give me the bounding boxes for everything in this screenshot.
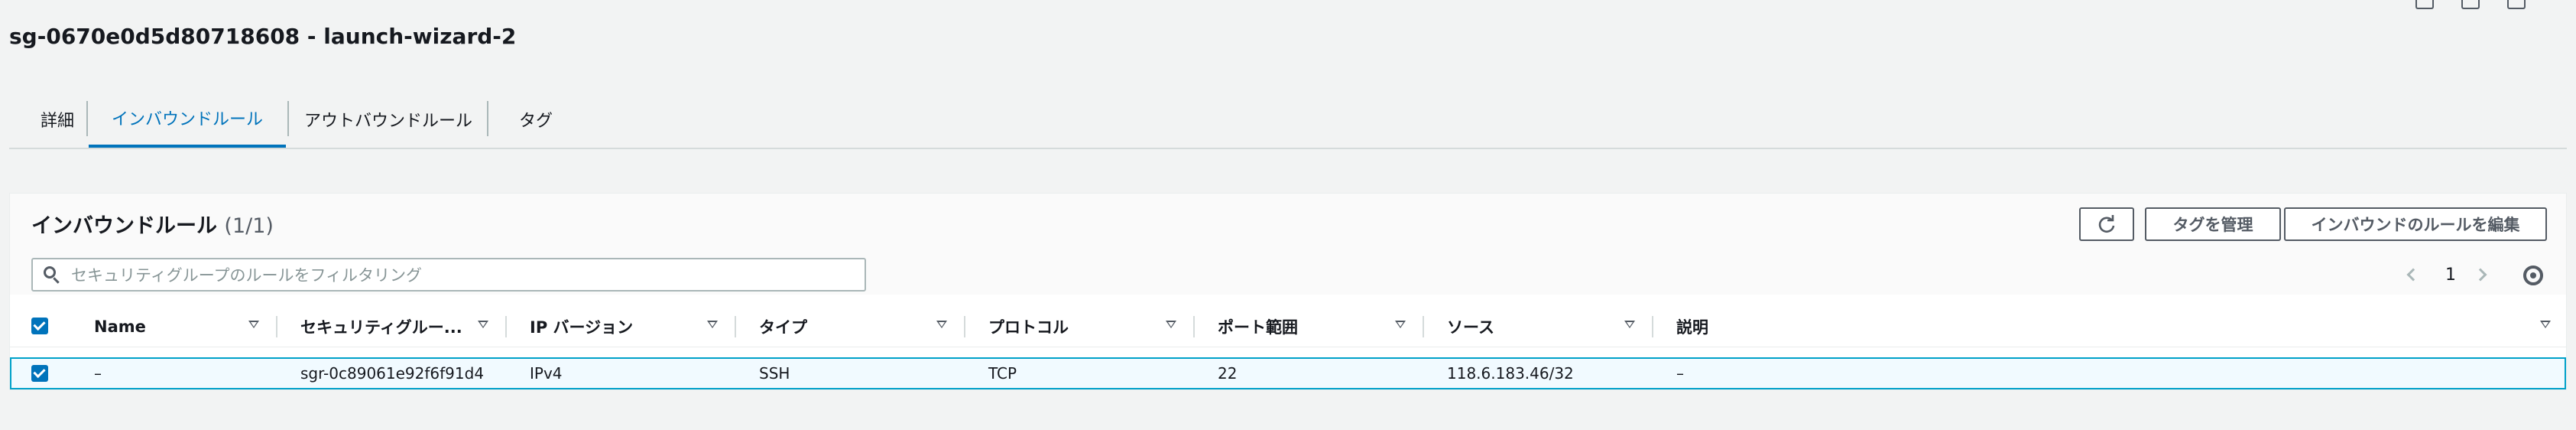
panel-layout-icon[interactable] xyxy=(2461,0,2480,9)
cell-ip-version: IPv4 xyxy=(530,364,563,383)
window-controls xyxy=(2415,0,2526,9)
cell-source: 118.6.183.46/32 xyxy=(1447,364,1574,383)
tab-bar: 詳細 インバウンドルール アウトバウンドルール タグ xyxy=(9,90,2567,149)
chevron-left-icon[interactable] xyxy=(2406,268,2420,282)
manage-tags-button[interactable]: タグを管理 xyxy=(2145,207,2281,241)
column-header-port-range[interactable]: ポート範囲 xyxy=(1218,307,1298,347)
table-header: Name セキュリティグルー... IP バージョン タイプ プロトコル ポート… xyxy=(10,307,2566,347)
column-header-security-group-rule[interactable]: セキュリティグルー... xyxy=(300,307,462,347)
cell-name: – xyxy=(94,364,102,383)
sort-icon[interactable] xyxy=(936,321,947,328)
cell-rule-id: sgr-0c89061e92f6f91d4 xyxy=(300,364,485,383)
column-header-source[interactable]: ソース xyxy=(1447,307,1494,347)
tab-inbound-rules[interactable]: インバウンドルール xyxy=(89,90,286,148)
panel-layout-icon[interactable] xyxy=(2507,0,2526,9)
column-divider[interactable] xyxy=(735,316,736,337)
sort-icon[interactable] xyxy=(248,321,259,328)
edit-inbound-rules-button[interactable]: インバウンドのルールを編集 xyxy=(2284,207,2547,241)
column-header-description[interactable]: 説明 xyxy=(1676,307,1708,347)
sort-icon[interactable] xyxy=(1166,321,1176,328)
column-divider[interactable] xyxy=(1652,316,1653,337)
search-icon xyxy=(44,266,56,279)
page-number[interactable]: 1 xyxy=(2445,265,2456,285)
cell-protocol: TCP xyxy=(988,364,1017,383)
cell-port-range: 22 xyxy=(1218,364,1238,383)
inbound-rules-panel: インバウンドルール (1/1) タグを管理 インバウンドのルールを編集 1 Na… xyxy=(9,193,2567,390)
column-header-ip-version[interactable]: IP バージョン xyxy=(530,307,633,347)
cell-description: – xyxy=(1676,364,1684,383)
chevron-right-icon[interactable] xyxy=(2474,268,2487,282)
sort-icon[interactable] xyxy=(707,321,718,328)
column-header-type[interactable]: タイプ xyxy=(759,307,807,347)
panel-title: インバウンドルール (1/1) xyxy=(31,210,274,243)
search-field[interactable] xyxy=(31,258,866,292)
column-divider[interactable] xyxy=(964,316,965,337)
column-divider[interactable] xyxy=(505,316,507,337)
search-input[interactable] xyxy=(70,259,852,292)
panel-title-text: インバウンドルール xyxy=(31,214,217,238)
select-all-checkbox[interactable] xyxy=(31,318,48,334)
column-divider[interactable] xyxy=(276,316,277,337)
column-divider[interactable] xyxy=(1193,316,1195,337)
column-divider[interactable] xyxy=(1423,316,1424,337)
panel-layout-icon[interactable] xyxy=(2415,0,2434,9)
sort-icon[interactable] xyxy=(478,321,488,328)
column-header-protocol[interactable]: プロトコル xyxy=(988,307,1069,347)
panel-header: インバウンドルール (1/1) タグを管理 インバウンドのルールを編集 1 xyxy=(10,194,2566,295)
table-row[interactable]: – sgr-0c89061e92f6f91d4 IPv4 SSH TCP 22 … xyxy=(10,357,2566,389)
sort-icon[interactable] xyxy=(2540,321,2551,328)
sort-icon[interactable] xyxy=(1624,321,1635,328)
tab-divider xyxy=(287,101,289,136)
cell-type: SSH xyxy=(759,364,790,383)
gear-icon[interactable] xyxy=(2523,265,2543,285)
refresh-button[interactable] xyxy=(2079,207,2134,241)
tab-divider xyxy=(487,101,488,136)
selection-count: (1/1) xyxy=(224,214,274,238)
sort-icon[interactable] xyxy=(1395,321,1406,328)
page-title: sg-0670e0d5d80718608 - launch-wizard-2 xyxy=(9,24,517,49)
refresh-icon xyxy=(2098,215,2115,233)
tab-tags[interactable]: タグ xyxy=(489,90,582,148)
tab-outbound-rules[interactable]: アウトバウンドルール xyxy=(290,90,487,148)
tab-details[interactable]: 詳細 xyxy=(31,90,84,148)
tab-divider xyxy=(86,101,88,136)
row-checkbox[interactable] xyxy=(31,365,48,382)
column-header-name[interactable]: Name xyxy=(94,307,146,347)
